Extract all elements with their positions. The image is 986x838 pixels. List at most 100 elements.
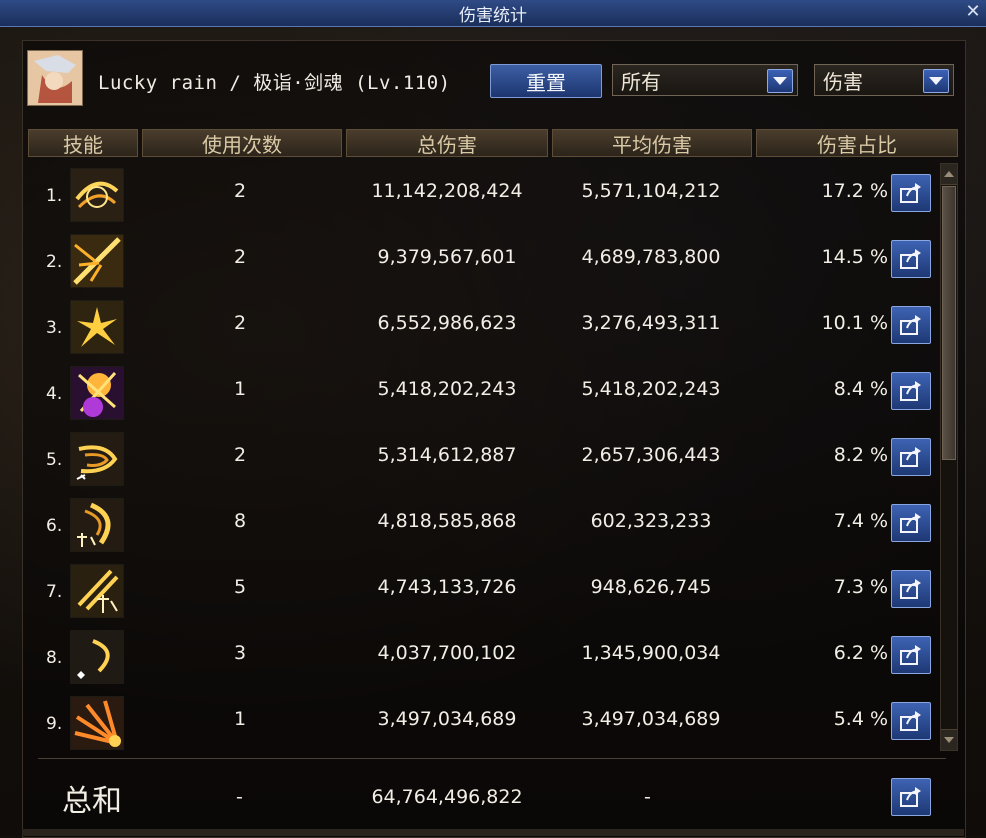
window-title: 伤害统计 [459,5,527,26]
row-avg: 5,571,104,212 [581,180,721,202]
table-row: 8. 3 4,037,700,102 1,345,900,034 6.2 % [28,628,938,694]
row-uses: 5 [233,576,247,598]
metric-select[interactable]: 伤害 [814,64,954,96]
row-total: 9,379,567,601 [377,246,517,268]
flow-slash-icon [70,564,124,618]
filter-select-value: 所有 [621,69,661,94]
player-avatar [27,50,83,106]
panel-bottom-border [22,829,964,836]
row-avg: 2,657,306,443 [581,444,721,466]
row-uses: 3 [233,642,247,664]
table-row: 9. 1 3,497,034,689 3,497,034,689 5.4 % [28,694,938,760]
row-rank: 7. [46,582,63,602]
share-total-button[interactable] [891,778,931,816]
share-icon [900,645,921,665]
share-icon [900,315,921,335]
scrollbar[interactable] [940,163,958,751]
share-button[interactable] [891,636,931,674]
column-header-total: 总伤害 [346,129,548,157]
slash-swirl-icon [70,168,124,222]
share-icon [900,711,921,731]
row-uses: 2 [233,312,247,334]
row-uses: 1 [233,708,247,730]
share-button[interactable] [891,372,931,410]
flow-crescent-icon [70,498,124,552]
purple-explosion-icon [70,366,124,420]
row-uses: 1 [233,378,247,400]
close-icon[interactable]: ✕ [964,2,982,22]
table-row: 7. 5 4,743,133,726 948,626,745 7.3 % [28,562,938,628]
summary-total: 64,764,496,822 [371,786,523,808]
share-button[interactable] [891,438,931,476]
row-rank: 4. [46,384,63,404]
chevron-down-icon[interactable] [923,69,949,93]
row-rank: 1. [46,186,63,206]
share-icon [900,787,921,807]
share-button[interactable] [891,306,931,344]
column-header-skill: 技能 [28,129,138,157]
share-icon [900,447,921,467]
metric-select-value: 伤害 [823,69,863,94]
row-rank: 3. [46,318,63,338]
row-avg: 948,626,745 [590,576,712,598]
table-row: 5. 2 5,314,612,887 2,657,306,443 8.2 % [28,430,938,496]
row-rank: 6. [46,516,63,536]
row-share: 7.4 % [833,510,888,532]
row-share: 8.4 % [833,378,888,400]
summary-label: 总和 [62,784,122,819]
row-avg: 3,276,493,311 [581,312,721,334]
table-row: 4. 1 5,418,202,243 5,418,202,243 8.4 % [28,364,938,430]
row-avg: 602,323,233 [590,510,712,532]
share-button[interactable] [891,570,931,608]
share-icon [900,513,921,533]
fire-fan-icon [70,696,124,750]
row-rank: 5. [46,450,63,470]
column-header-avg: 平均伤害 [552,129,752,157]
chevron-down-icon[interactable] [767,69,793,93]
row-uses: 2 [233,444,247,466]
table-row: 3. 2 6,552,986,623 3,276,493,311 10.1 % [28,298,938,364]
share-button[interactable] [891,702,931,740]
row-total: 4,818,585,868 [377,510,517,532]
scroll-up-icon[interactable] [941,164,957,185]
row-avg: 5,418,202,243 [581,378,721,400]
sword-burst-icon [70,234,124,288]
row-uses: 2 [233,180,247,202]
share-button[interactable] [891,240,931,278]
row-avg: 4,689,783,800 [581,246,721,268]
row-total: 6,552,986,623 [377,312,517,334]
share-icon [900,183,921,203]
row-avg: 1,345,900,034 [581,642,721,664]
summary-divider [38,758,946,759]
wave-slash-icon [70,432,124,486]
share-button[interactable] [891,174,931,212]
filter-select[interactable]: 所有 [612,64,798,96]
column-header-share: 伤害占比 [756,129,958,157]
reset-button[interactable]: 重置 [490,64,602,98]
row-rank: 9. [46,714,63,734]
share-icon [900,579,921,599]
row-share: 8.2 % [833,444,888,466]
share-icon [900,249,921,269]
column-header-uses: 使用次数 [142,129,342,157]
row-uses: 8 [233,510,247,532]
row-total: 5,314,612,887 [377,444,517,466]
row-share: 17.2 % [821,180,888,202]
summary-avg: - [644,786,651,808]
share-icon [900,381,921,401]
row-total: 4,037,700,102 [377,642,517,664]
row-share: 5.4 % [833,708,888,730]
row-uses: 2 [233,246,247,268]
table-header: 技能 使用次数 总伤害 平均伤害 伤害占比 [28,129,958,159]
player-info: Lucky rain / 极诣·剑魂 (Lv.110) [98,72,451,94]
row-total: 11,142,208,424 [371,180,523,202]
row-share: 14.5 % [821,246,888,268]
row-total: 3,497,034,689 [377,708,517,730]
table-row: 2. 2 9,379,567,601 4,689,783,800 14.5 % [28,232,938,298]
row-share: 10.1 % [821,312,888,334]
share-button[interactable] [891,504,931,542]
scroll-down-icon[interactable] [941,729,957,750]
scrollbar-thumb[interactable] [942,186,956,460]
window-titlebar: 伤害统计 ✕ [0,0,986,27]
table-row: 6. 8 4,818,585,868 602,323,233 7.4 % [28,496,938,562]
